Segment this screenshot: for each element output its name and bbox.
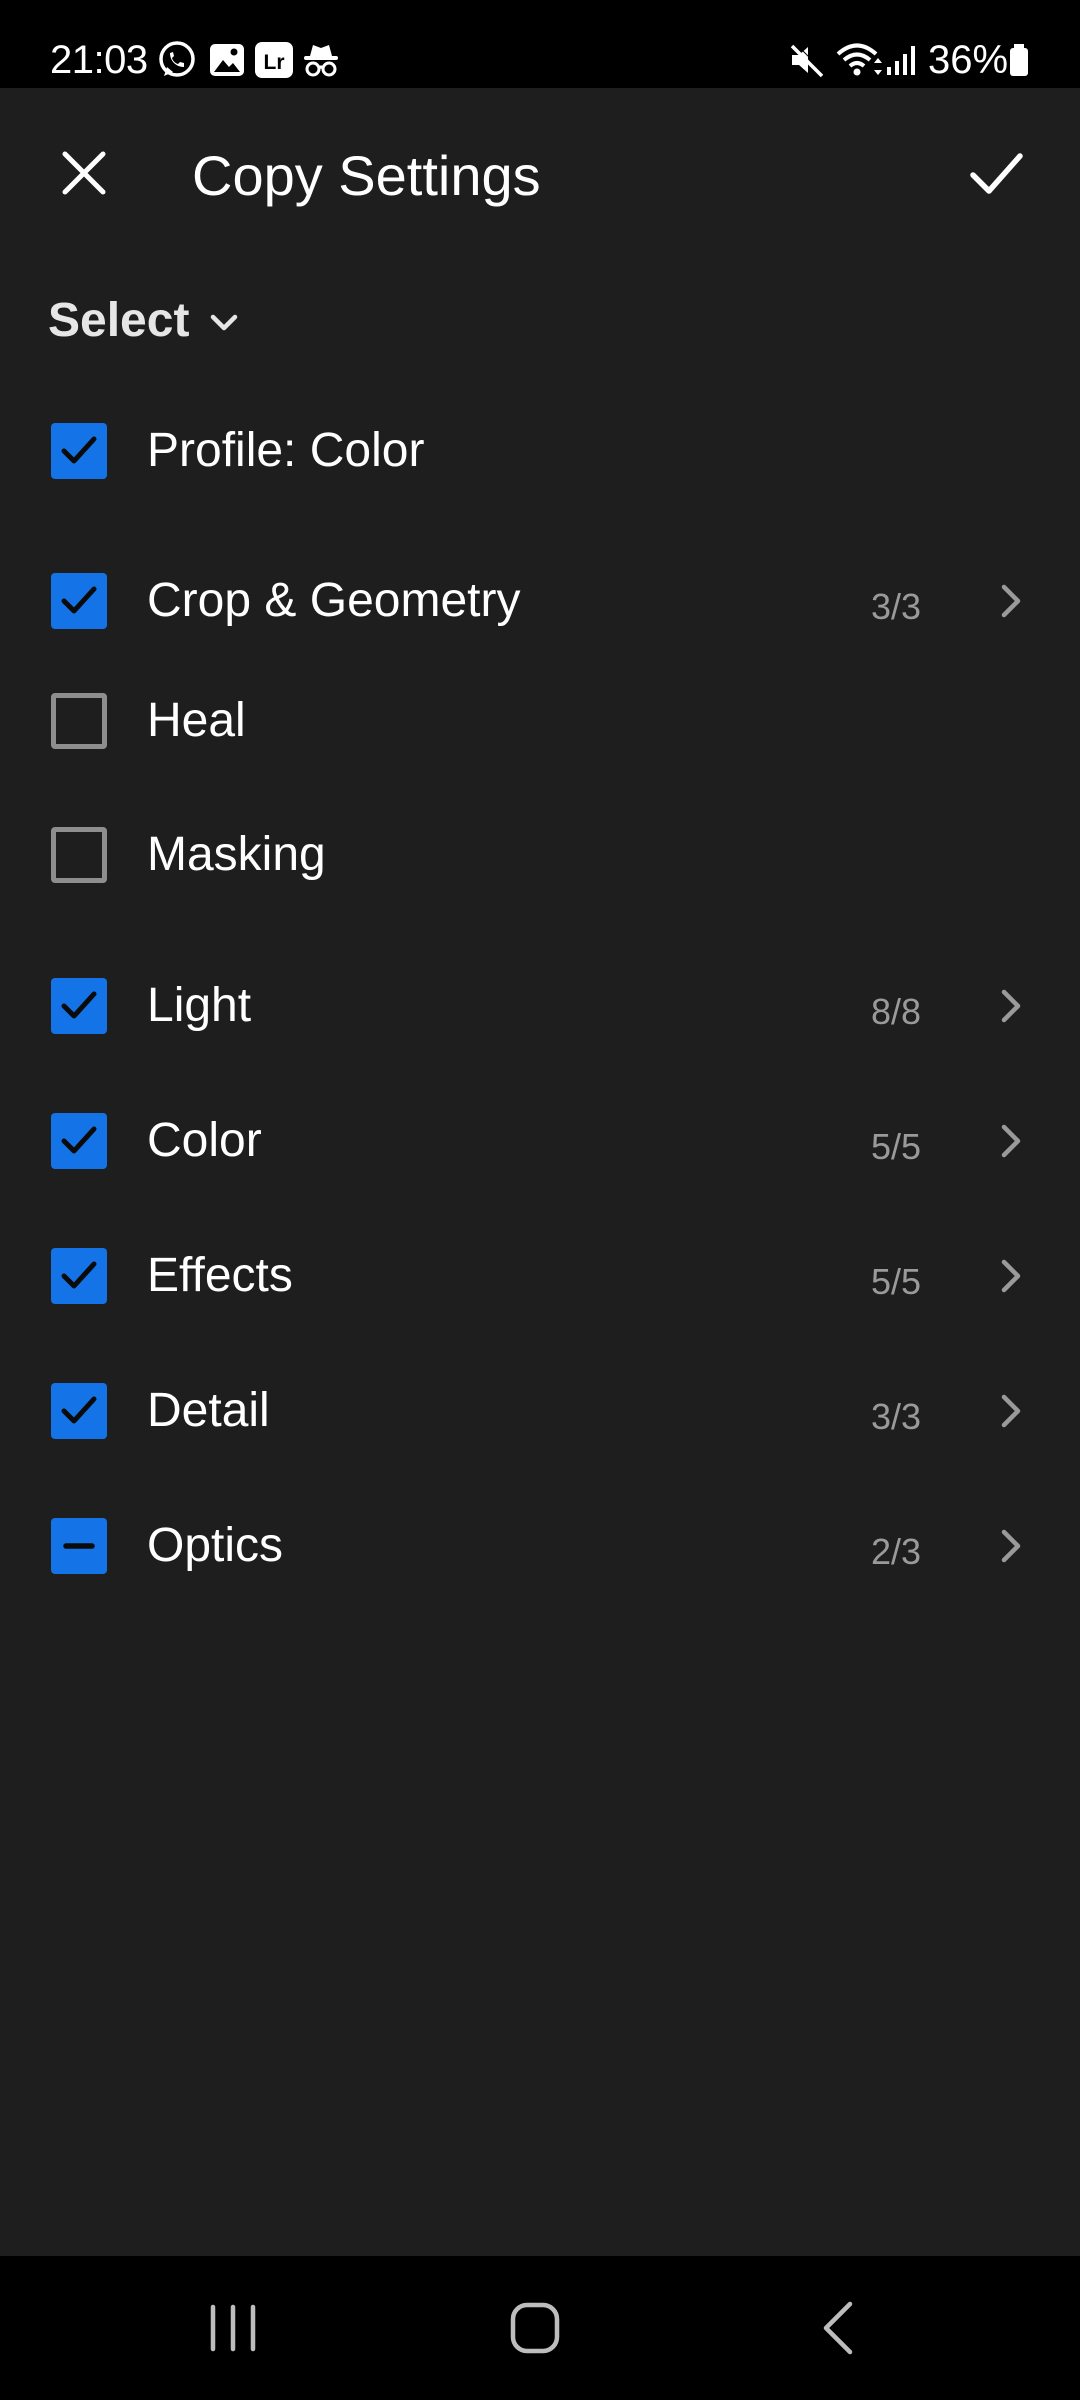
- setting-row-masking[interactable]: Masking: [0, 800, 1080, 910]
- recents-icon: [210, 2304, 256, 2352]
- checkmark-icon: [61, 1126, 97, 1154]
- checkmark-icon: [61, 586, 97, 614]
- setting-row-crop-geometry[interactable]: Crop & Geometry 3/3: [0, 546, 1080, 656]
- select-label: Select: [48, 294, 190, 347]
- setting-label: Color: [147, 1114, 262, 1167]
- checkmark-icon: [61, 1261, 97, 1289]
- battery-icon: [1006, 39, 1032, 81]
- minus-icon: [63, 1543, 95, 1549]
- copy-settings-screen: 21:03 Lr 36% Copy Settings Select Profil…: [0, 0, 1080, 2400]
- setting-count: 8/8: [870, 991, 921, 1032]
- chevron-right-icon[interactable]: [994, 1251, 1030, 1301]
- system-nav-bar: [0, 2256, 1080, 2400]
- setting-label: Profile: Color: [147, 424, 425, 477]
- status-bar: 21:03 Lr 36%: [0, 0, 1080, 88]
- setting-row-detail[interactable]: Detail 3/3: [0, 1356, 1080, 1466]
- setting-label: Light: [147, 979, 252, 1032]
- chevron-down-icon: [211, 314, 238, 331]
- confirm-button[interactable]: [958, 140, 1034, 212]
- setting-count: 3/3: [870, 586, 921, 627]
- setting-count: 2/3: [870, 1531, 921, 1572]
- battery-level: 36%: [928, 38, 1009, 82]
- chevron-right-icon[interactable]: [994, 1521, 1030, 1571]
- checkmark-icon: [61, 436, 97, 464]
- setting-label: Crop & Geometry: [147, 574, 521, 627]
- select-dropdown[interactable]: Select: [48, 286, 241, 356]
- chevron-right-icon[interactable]: [994, 576, 1030, 626]
- setting-checkbox-optics[interactable]: [51, 1518, 107, 1574]
- setting-checkbox-masking[interactable]: [51, 827, 107, 883]
- setting-checkbox-effects[interactable]: [51, 1248, 107, 1304]
- checkmark-icon: [61, 1396, 97, 1424]
- setting-row-optics[interactable]: Optics 2/3: [0, 1491, 1080, 1601]
- mute-icon: [786, 39, 828, 81]
- close-button[interactable]: [48, 140, 120, 212]
- lightroom-icon: Lr: [253, 39, 295, 81]
- setting-count: 5/5: [870, 1261, 921, 1302]
- setting-checkbox-crop-geometry[interactable]: [51, 573, 107, 629]
- recents-button[interactable]: [163, 2256, 303, 2400]
- setting-count: 5/5: [870, 1126, 921, 1167]
- setting-label: Optics: [147, 1519, 284, 1572]
- setting-count: 3/3: [870, 1396, 921, 1437]
- chevron-right-icon[interactable]: [994, 981, 1030, 1031]
- setting-row-profile-color[interactable]: Profile: Color: [0, 396, 1080, 506]
- back-button[interactable]: [768, 2256, 908, 2400]
- status-time: 21:03: [50, 38, 148, 82]
- setting-checkbox-light[interactable]: [51, 978, 107, 1034]
- checkmark-icon: [61, 991, 97, 1019]
- close-icon: [62, 151, 106, 195]
- whatsapp-icon: [156, 39, 198, 81]
- chevron-right-icon[interactable]: [994, 1116, 1030, 1166]
- gallery-icon: [206, 39, 248, 81]
- page-title: Copy Settings: [192, 144, 541, 207]
- chevron-right-icon[interactable]: [994, 1386, 1030, 1436]
- setting-row-heal[interactable]: Heal: [0, 666, 1080, 776]
- signal-icon: [884, 39, 920, 81]
- setting-checkbox-color[interactable]: [51, 1113, 107, 1169]
- home-button[interactable]: [465, 2256, 605, 2400]
- checkmark-icon: [970, 153, 1023, 194]
- setting-checkbox-heal[interactable]: [51, 693, 107, 749]
- home-icon: [510, 2302, 560, 2354]
- setting-label: Heal: [147, 694, 246, 747]
- setting-checkbox-profile-color[interactable]: [51, 423, 107, 479]
- wifi-icon: [834, 39, 884, 81]
- setting-checkbox-detail[interactable]: [51, 1383, 107, 1439]
- setting-row-color[interactable]: Color 5/5: [0, 1086, 1080, 1196]
- setting-row-light[interactable]: Light 8/8: [0, 951, 1080, 1061]
- back-icon: [823, 2301, 853, 2355]
- setting-label: Detail: [147, 1384, 270, 1437]
- setting-label: Effects: [147, 1249, 293, 1302]
- setting-row-effects[interactable]: Effects 5/5: [0, 1221, 1080, 1331]
- setting-label: Masking: [147, 828, 326, 881]
- incognito-icon: [300, 39, 342, 81]
- svg-text:Lr: Lr: [264, 51, 285, 74]
- app-header: Copy Settings: [0, 88, 1080, 258]
